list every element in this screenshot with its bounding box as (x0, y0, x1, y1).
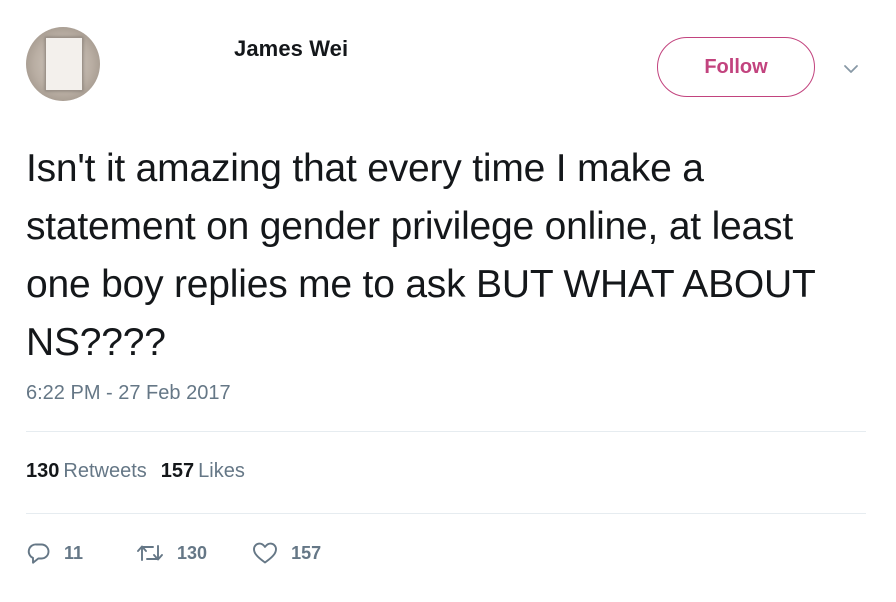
likes-label: Likes (198, 460, 245, 482)
retweets-label: Retweets (63, 460, 147, 482)
tweet-text-line: one boy replies me to ask BUT WHAT ABOUT (26, 263, 816, 306)
retweets-stat[interactable]: 130 Retweets (26, 460, 147, 483)
reply-count: 11 (64, 542, 84, 563)
user-name[interactable]: James Wei (234, 36, 348, 62)
tweet-text-line: NS???? (26, 321, 166, 364)
tweet-text: Isn't it amazing that every time I make … (26, 140, 876, 372)
heart-icon (253, 542, 278, 564)
retweet-count: 130 (177, 542, 208, 563)
tweet-stats: 130 Retweets 157 Likes (26, 460, 245, 483)
reply-button[interactable]: 11 (26, 540, 83, 566)
retweet-button[interactable]: 130 (135, 540, 207, 566)
divider (26, 513, 866, 514)
likes-count: 157 (160, 460, 195, 482)
likes-stat[interactable]: 157 Likes (161, 460, 245, 483)
tweet-card: James Wei Follow Isn't it amazing that e… (0, 0, 896, 602)
retweets-count: 130 (26, 460, 60, 482)
chevron-down-icon[interactable] (842, 60, 860, 78)
tweet-timestamp[interactable]: 6:22 PM - 27 Feb 2017 (26, 382, 231, 405)
tweet-text-line: Isn't it amazing that every time I make … (26, 147, 704, 190)
follow-button[interactable]: Follow (657, 37, 815, 97)
action-bar: 11 130 157 (26, 540, 321, 566)
avatar[interactable] (26, 27, 100, 101)
divider (26, 431, 866, 432)
like-button[interactable]: 157 (251, 540, 321, 566)
like-count: 157 (291, 542, 322, 563)
avatar-image (45, 37, 83, 91)
tweet-text-line: statement on gender privilege online, at… (26, 205, 793, 248)
reply-icon (27, 543, 50, 564)
retweet-icon (137, 545, 163, 561)
